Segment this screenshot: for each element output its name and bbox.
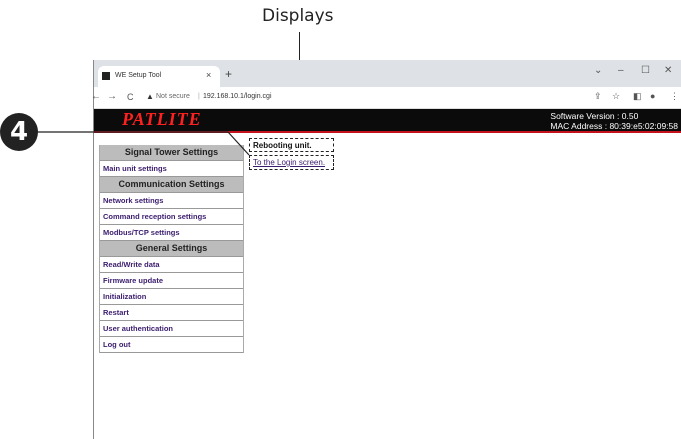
callout-connector bbox=[38, 131, 250, 156]
connector-diagonal bbox=[227, 131, 250, 156]
step-number-badge: 4 bbox=[0, 113, 38, 151]
